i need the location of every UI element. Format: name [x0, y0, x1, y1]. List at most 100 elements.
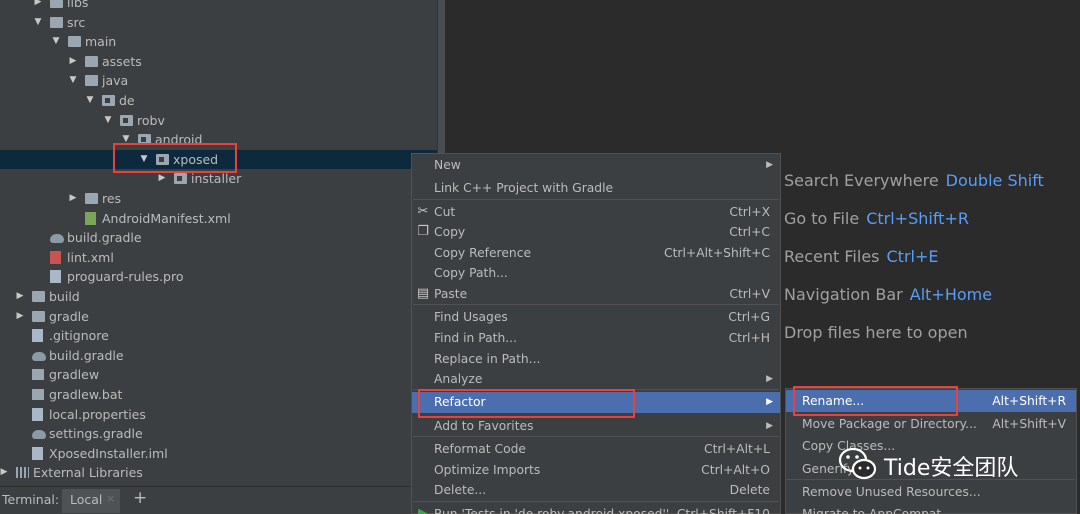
menu-item-label: Run 'Tests in 'de.robv.android.xposed''	[434, 507, 670, 514]
menu-item-delete[interactable]: Delete... Delete	[412, 480, 780, 501]
tree-row[interactable]: proguard-rules.pro	[0, 267, 437, 287]
tree-row-label: java	[102, 73, 129, 89]
hint-text: Recent Files	[784, 247, 880, 266]
terminal-tab-label: Local	[70, 492, 103, 507]
tree-row-label: settings.gradle	[49, 426, 143, 442]
library-icon	[16, 467, 29, 479]
package-icon	[102, 95, 115, 106]
submenu-arrow-icon: ▶	[766, 160, 773, 170]
scissors-icon: ✂	[417, 204, 429, 219]
menu-item-copy-path[interactable]: Copy Path...	[412, 263, 780, 284]
menu-item-paste[interactable]: ▤ Paste Ctrl+V	[412, 284, 780, 305]
submenu-item-move-package-or-directory[interactable]: Move Package or Directory... Alt+Shift+V	[786, 413, 1076, 435]
tree-row[interactable]: settings.gradle	[0, 424, 437, 444]
tree-row[interactable]: ▼ java	[0, 71, 437, 91]
menu-item-run-tests-in-de-robv-android-xposed[interactable]: ▶ Run 'Tests in 'de.robv.android.xposed''…	[412, 504, 780, 514]
menu-item-label: Delete...	[434, 483, 487, 497]
menu-item-analyze[interactable]: Analyze ▶	[412, 369, 780, 390]
editor-hint: Go to File Ctrl+Shift+R	[784, 209, 969, 228]
tree-row[interactable]: ▶ res	[0, 189, 437, 209]
file-icon	[32, 329, 43, 343]
tree-row[interactable]: ▼ main	[0, 32, 437, 52]
menu-item-label: Analyze	[434, 372, 483, 386]
tree-row[interactable]: ▶ build	[0, 287, 437, 307]
collapsed-arrow-icon[interactable]: ▶	[0, 463, 10, 483]
tree-row-label: .gitignore	[49, 328, 109, 344]
collapsed-arrow-icon[interactable]: ▶	[67, 52, 79, 72]
menu-item-shortcut: Delete	[729, 483, 770, 497]
tree-row[interactable]: ▼ de	[0, 91, 437, 111]
expanded-arrow-icon[interactable]: ▼	[84, 91, 96, 111]
tree-row[interactable]: build.gradle	[0, 228, 437, 248]
highlight-box-xposed	[113, 143, 237, 173]
menu-item-add-to-favorites[interactable]: Add to Favorites ▶	[412, 416, 780, 437]
hint-text: Drop files here to open	[784, 323, 968, 342]
tree-row[interactable]: build.gradle	[0, 346, 437, 366]
tree-row-label: main	[85, 34, 117, 50]
add-terminal-button[interactable]: +	[133, 488, 147, 508]
tree-row-label: gradle	[49, 308, 89, 324]
menu-item-reformat-code[interactable]: Reformat Code Ctrl+Alt+L	[412, 439, 780, 460]
menu-item-replace-in-path[interactable]: Replace in Path...	[412, 349, 780, 370]
terminal-tab-local[interactable]: Local ×	[62, 489, 120, 513]
terminal-label: Terminal:	[2, 492, 60, 507]
menu-item-find-in-path[interactable]: Find in Path... Ctrl+H	[412, 328, 780, 349]
menu-item-find-usages[interactable]: Find Usages Ctrl+G	[412, 307, 780, 328]
tree-row[interactable]: lint.xml	[0, 248, 437, 268]
folder-icon	[85, 55, 98, 67]
close-icon[interactable]: ×	[106, 492, 115, 505]
expanded-arrow-icon[interactable]: ▼	[50, 32, 62, 52]
tree-row[interactable]: XposedInstaller.iml	[0, 444, 437, 464]
submenu-item-shortcut: Alt+Shift+R	[992, 394, 1066, 408]
menu-item-new[interactable]: New ▶	[412, 155, 780, 176]
collapsed-arrow-icon[interactable]: ▶	[32, 0, 44, 13]
expanded-arrow-icon[interactable]: ▼	[32, 13, 44, 33]
menu-item-optimize-imports[interactable]: Optimize Imports Ctrl+Alt+O	[412, 460, 780, 481]
tree-row[interactable]: ▼ robv	[0, 111, 437, 131]
collapsed-arrow-icon[interactable]: ▶	[67, 189, 79, 209]
tree-row[interactable]: ▶ libs	[0, 0, 437, 13]
menu-item-cut[interactable]: ✂ Cut Ctrl+X	[412, 202, 780, 223]
project-tree-panel: ▶ libs ▼ src ▼ main ▶ assets ▼ java ▼ de ▼ robv ▼ andro…	[0, 0, 437, 486]
hint-shortcut: Double Shift	[945, 171, 1044, 190]
expanded-arrow-icon[interactable]: ▼	[67, 71, 79, 91]
lint-file-icon	[50, 250, 61, 264]
submenu-item-remove-unused-resources[interactable]: Remove Unused Resources...	[786, 481, 1076, 503]
terminal-icon	[32, 369, 44, 381]
hint-shortcut: Ctrl+Shift+R	[866, 209, 969, 228]
tree-row[interactable]: .gitignore	[0, 326, 437, 346]
collapsed-arrow-icon[interactable]: ▶	[14, 287, 26, 307]
expanded-arrow-icon[interactable]: ▼	[102, 111, 114, 131]
menu-item-label: Cut	[434, 205, 456, 219]
menu-item-label: Link C++ Project with Gradle	[434, 181, 614, 195]
tree-row-label: AndroidManifest.xml	[102, 210, 231, 226]
run-icon: ▶	[418, 506, 428, 514]
tree-row[interactable]: local.properties	[0, 405, 437, 425]
folder-icon	[32, 310, 45, 322]
tree-row-label: build.gradle	[67, 230, 142, 246]
tree-row[interactable]: ▶ External Libraries	[0, 463, 437, 483]
watermark-text: Tide安全团队	[884, 456, 1019, 481]
submenu-item-migrate-to-appcompat[interactable]: Migrate to AppCompat...	[786, 503, 1076, 514]
tree-row[interactable]: AndroidManifest.xml	[0, 209, 437, 229]
menu-item-shortcut: Ctrl+Alt+O	[701, 463, 770, 477]
menu-item-link-c-project-with-gradle[interactable]: Link C++ Project with Gradle	[412, 178, 780, 199]
menu-item-copy[interactable]: ❐ Copy Ctrl+C	[412, 222, 780, 243]
tree-row-label: res	[102, 191, 122, 206]
tree-row-label: External Libraries	[33, 465, 143, 481]
tree-row[interactable]: gradlew	[0, 365, 437, 385]
editor-hint: Search Everywhere Double Shift	[784, 171, 1044, 190]
collapsed-arrow-icon[interactable]: ▶	[14, 307, 26, 327]
hint-text: Search Everywhere	[784, 171, 939, 190]
menu-item-copy-reference[interactable]: Copy Reference Ctrl+Alt+Shift+C	[412, 243, 780, 264]
tree-row[interactable]: ▶ gradle	[0, 307, 437, 327]
tree-row[interactable]: ▼ src	[0, 13, 437, 33]
menu-item-shortcut: Ctrl+X	[729, 205, 770, 219]
hint-text: Navigation Bar	[784, 285, 903, 304]
hint-shortcut: Alt+Home	[909, 285, 993, 304]
menu-item-shortcut: Ctrl+G	[728, 310, 770, 324]
menu-item-shortcut: Ctrl+C	[729, 225, 770, 239]
tree-row[interactable]: gradlew.bat	[0, 385, 437, 405]
tree-row[interactable]: ▶ assets	[0, 52, 437, 72]
submenu-item-shortcut: Alt+Shift+V	[992, 417, 1066, 431]
